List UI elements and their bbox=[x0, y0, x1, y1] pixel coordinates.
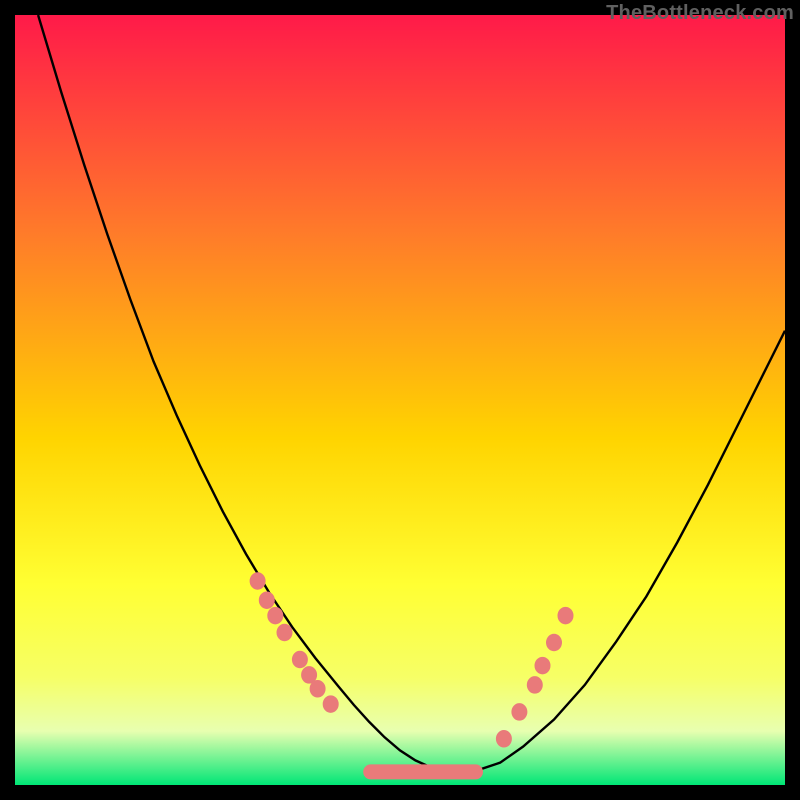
data-marker bbox=[512, 704, 527, 721]
watermark-text: TheBottleneck.com bbox=[606, 2, 794, 25]
data-marker bbox=[302, 667, 317, 684]
data-marker bbox=[310, 681, 325, 698]
gradient-background bbox=[15, 15, 785, 785]
data-marker bbox=[277, 624, 292, 641]
bottleneck-chart bbox=[15, 15, 785, 785]
data-marker bbox=[323, 696, 338, 713]
data-marker bbox=[268, 607, 283, 624]
data-marker bbox=[496, 731, 511, 748]
data-marker bbox=[535, 657, 550, 674]
data-marker bbox=[547, 634, 562, 651]
data-marker bbox=[558, 607, 573, 624]
data-marker bbox=[259, 592, 274, 609]
data-marker bbox=[527, 677, 542, 694]
data-marker bbox=[292, 651, 307, 668]
chart-frame bbox=[15, 15, 785, 785]
data-marker bbox=[250, 573, 265, 590]
data-marker-strip bbox=[363, 764, 483, 779]
